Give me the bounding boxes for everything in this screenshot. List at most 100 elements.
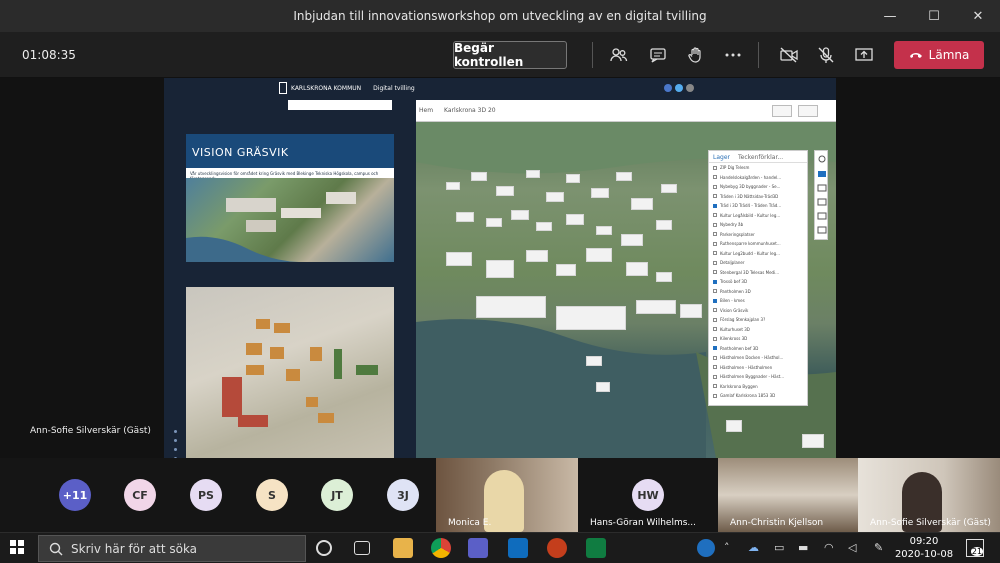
participant-tile[interactable]: HW Hans-Göran Wilhelms...: [578, 458, 718, 532]
tab-legend[interactable]: Teckenförklar...: [734, 151, 787, 162]
maximize-button[interactable]: ☐: [912, 0, 956, 32]
file-explorer-icon[interactable]: [393, 538, 413, 558]
layer-item[interactable]: Vision Gräsvik: [709, 306, 807, 316]
chevron-up-icon[interactable]: ˄: [724, 541, 730, 554]
volume-icon[interactable]: ◁: [848, 541, 856, 554]
layer-checkbox[interactable]: [713, 260, 717, 265]
outlook-icon[interactable]: [508, 538, 528, 558]
layer-checkbox[interactable]: [713, 203, 717, 208]
camera-off-icon[interactable]: [776, 42, 802, 68]
layer-checkbox[interactable]: [713, 336, 717, 341]
participant-avatar[interactable]: 3J: [387, 479, 419, 511]
layer-item[interactable]: Pantholmen 3D: [709, 287, 807, 297]
layer-checkbox[interactable]: [713, 279, 717, 284]
participants-icon[interactable]: [606, 42, 632, 68]
layer-checkbox[interactable]: [713, 222, 717, 227]
layer-checkbox[interactable]: [713, 346, 717, 351]
layer-checkbox[interactable]: [713, 327, 717, 332]
layer-item[interactable]: Förslag Stenkajplan 3?: [709, 315, 807, 325]
layer-item[interactable]: Hästholmen Byggnader - Häst...: [709, 372, 807, 382]
layer-checkbox[interactable]: [713, 374, 717, 379]
layer-item[interactable]: Träden i 3D Nättsidav-Träd3D: [709, 192, 807, 202]
layer-checkbox[interactable]: [713, 384, 717, 389]
layer-checkbox[interactable]: [713, 308, 717, 313]
teams-icon[interactable]: [468, 538, 488, 558]
3d-scene-viewer[interactable]: Hem Karlskrona 3D 20 Lager Teckenförklar…: [416, 100, 836, 458]
pen-icon[interactable]: ✎: [874, 541, 883, 554]
expand-button[interactable]: [798, 105, 818, 117]
layer-item[interactable]: Nybedry åb: [709, 220, 807, 230]
video-tile[interactable]: Monica E.: [436, 458, 578, 532]
leave-button[interactable]: Lämna: [894, 41, 984, 69]
share-screen-icon[interactable]: [851, 42, 877, 68]
microphone-muted-icon[interactable]: [813, 42, 839, 68]
layer-item[interactable]: ZIP Dig Telesm: [709, 163, 807, 173]
layer-item[interactable]: Parkeringsplatser: [709, 230, 807, 240]
facebook-icon[interactable]: [664, 84, 672, 92]
layer-item[interactable]: Ruthensparre kommunhuset...: [709, 239, 807, 249]
layer-checkbox[interactable]: [713, 251, 717, 256]
video-tile[interactable]: Ann-Christin Kjellson: [718, 458, 858, 532]
video-tile[interactable]: Ann-Sofie Silverskär (Gäst): [858, 458, 1000, 532]
layer-checkbox[interactable]: [713, 270, 717, 275]
powerpoint-icon[interactable]: [547, 538, 567, 558]
layer-item[interactable]: Trossö bef 3D: [709, 277, 807, 287]
chat-icon[interactable]: [645, 42, 671, 68]
layer-checkbox[interactable]: [713, 194, 717, 199]
chrome-icon[interactable]: [431, 538, 451, 558]
raise-hand-icon[interactable]: [683, 42, 709, 68]
layer-checkbox[interactable]: [713, 393, 717, 398]
help-icon[interactable]: [697, 539, 715, 557]
battery-icon[interactable]: ▬: [798, 541, 808, 554]
onedrive-icon[interactable]: ☁: [748, 541, 759, 554]
more-options-icon[interactable]: [720, 42, 746, 68]
layer-checkbox[interactable]: [713, 365, 717, 370]
taskbar-search-box[interactable]: Skriv här för att söka: [38, 535, 306, 562]
layer-item[interactable]: Kultur Legålsbild - Kultur leg...: [709, 211, 807, 221]
layer-checkbox[interactable]: [713, 289, 717, 294]
wifi-icon[interactable]: ◠: [824, 541, 834, 554]
overflow-participants-button[interactable]: +11: [59, 479, 91, 511]
3d-city-scene[interactable]: Lager Teckenförklar... ZIP Dig Telesm Han…: [416, 122, 836, 458]
layer-item[interactable]: Kilenkross 3D: [709, 334, 807, 344]
participant-avatar[interactable]: CF: [124, 479, 156, 511]
layer-item[interactable]: Detaljplaner: [709, 258, 807, 268]
home-link[interactable]: Hem: [419, 107, 433, 114]
layer-checkbox[interactable]: [713, 213, 717, 218]
layer-item[interactable]: Kultur Leg2budd - Kultur leg...: [709, 249, 807, 259]
layer-checkbox[interactable]: [713, 232, 717, 237]
excel-icon[interactable]: [586, 538, 606, 558]
fullscreen-button[interactable]: [772, 105, 792, 117]
layer-checkbox[interactable]: [713, 165, 717, 170]
layer-item[interactable]: Karlskrona Byggen: [709, 382, 807, 392]
layer-item[interactable]: Stenbergal 3D Telesas Medi...: [709, 268, 807, 278]
participant-avatar[interactable]: JT: [321, 479, 353, 511]
cortana-icon[interactable]: [316, 540, 332, 556]
layer-checkbox[interactable]: [713, 317, 717, 322]
layer-item[interactable]: Nybebyg 3D byggnader - Se...: [709, 182, 807, 192]
layer-item[interactable]: Hästholmen - Hästholmen: [709, 363, 807, 373]
layer-checkbox[interactable]: [713, 355, 717, 360]
task-view-icon[interactable]: [354, 541, 370, 555]
layer-checkbox[interactable]: [713, 184, 717, 189]
layer-checkbox[interactable]: [713, 298, 717, 303]
participant-avatar[interactable]: S: [256, 479, 288, 511]
taskbar-clock[interactable]: 09:20 2020-10-08: [894, 535, 954, 561]
share-icon[interactable]: [686, 84, 694, 92]
layer-item[interactable]: Hästholmen Docken - Hästhol...: [709, 353, 807, 363]
minimize-button[interactable]: —: [868, 0, 912, 32]
layer-checkbox[interactable]: [713, 241, 717, 246]
participant-avatar[interactable]: PS: [190, 479, 222, 511]
vision-card[interactable]: VISION GRÄSVIK Vår utvecklingsvision för…: [186, 134, 394, 262]
layer-item[interactable]: Gamlaf Karlskrona 1853 3D: [709, 391, 807, 401]
tab-layers[interactable]: Lager: [709, 151, 734, 162]
twitter-icon[interactable]: [675, 84, 683, 92]
close-button[interactable]: ✕: [956, 0, 1000, 32]
layer-item[interactable]: Handelslokalgården - handel...: [709, 173, 807, 183]
layer-item[interactable]: Träd i 3D Träd4 - Träden Träd...: [709, 201, 807, 211]
layer-item[interactable]: Pantholmen bef 3D: [709, 344, 807, 354]
layer-item[interactable]: Bilen - kmes: [709, 296, 807, 306]
request-control-button[interactable]: Begär kontrollen: [453, 41, 567, 69]
site-plan-map[interactable]: [186, 287, 394, 458]
network-tray-icon[interactable]: ▭: [774, 541, 784, 554]
